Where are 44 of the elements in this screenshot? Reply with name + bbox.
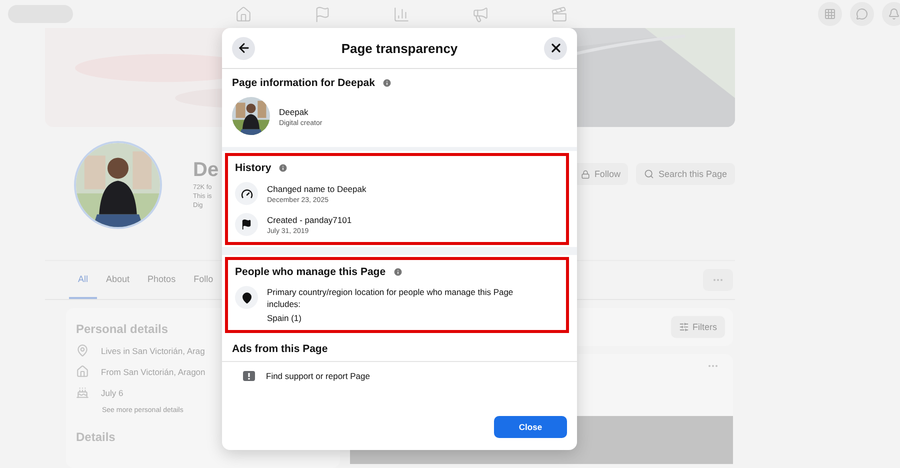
menu-button[interactable]: [818, 2, 842, 26]
chart-icon[interactable]: [393, 6, 410, 22]
home-icon[interactable]: [235, 6, 252, 22]
megaphone-icon[interactable]: [472, 6, 489, 22]
map-pin-icon: [76, 344, 89, 357]
sliders-icon: [678, 322, 688, 332]
profile-tab[interactable]: All: [69, 261, 98, 299]
report-link[interactable]: Find support or report Page: [266, 370, 370, 382]
report-icon: [243, 371, 255, 381]
card-title: Details: [76, 430, 116, 444]
flag-icon[interactable]: [314, 6, 331, 22]
managers-text: Primary country/region location for people who manage this Page includes:: [267, 286, 514, 310]
flag-icon: [241, 219, 252, 230]
info-icon[interactable]: [392, 267, 403, 277]
chat-icon: [856, 8, 868, 20]
page-name: De: [193, 159, 219, 182]
country-value: Spain (1): [267, 312, 302, 324]
bell-icon: [888, 8, 900, 20]
video-icon[interactable]: [551, 6, 568, 22]
detail-text: Lives in San Victorián, Arag: [101, 346, 205, 356]
gauge-icon: [240, 188, 252, 200]
map-pin-icon: [240, 292, 252, 304]
messenger-button[interactable]: [850, 2, 874, 26]
info-icon[interactable]: [278, 163, 288, 173]
close-button[interactable]: Close: [494, 416, 567, 438]
section-title: People who manage this Page: [235, 266, 386, 278]
detail-text: July 6: [101, 388, 124, 398]
search-page-button[interactable]: Search this Page: [636, 163, 735, 185]
filters-button[interactable]: Filters: [670, 316, 725, 338]
profile-tab[interactable]: Follo: [184, 261, 222, 299]
profile-tab[interactable]: About: [97, 261, 139, 299]
grid-icon: [824, 8, 836, 20]
history-text: Changed name to Deepak: [267, 183, 366, 195]
profile-tab[interactable]: Photos: [138, 261, 185, 299]
more-button[interactable]: [703, 269, 733, 291]
section-title: History: [235, 162, 272, 174]
section-title: Ads from this Page: [222, 335, 577, 362]
home-icon: [76, 365, 89, 378]
history-text: Created - panday7101: [267, 214, 352, 226]
search-icon: [644, 169, 654, 179]
lock-icon: [581, 170, 590, 178]
notifications-button[interactable]: [882, 2, 900, 26]
card-title: Personal details: [76, 322, 170, 336]
detail-text: From San Victorián, Aragon: [101, 366, 206, 376]
